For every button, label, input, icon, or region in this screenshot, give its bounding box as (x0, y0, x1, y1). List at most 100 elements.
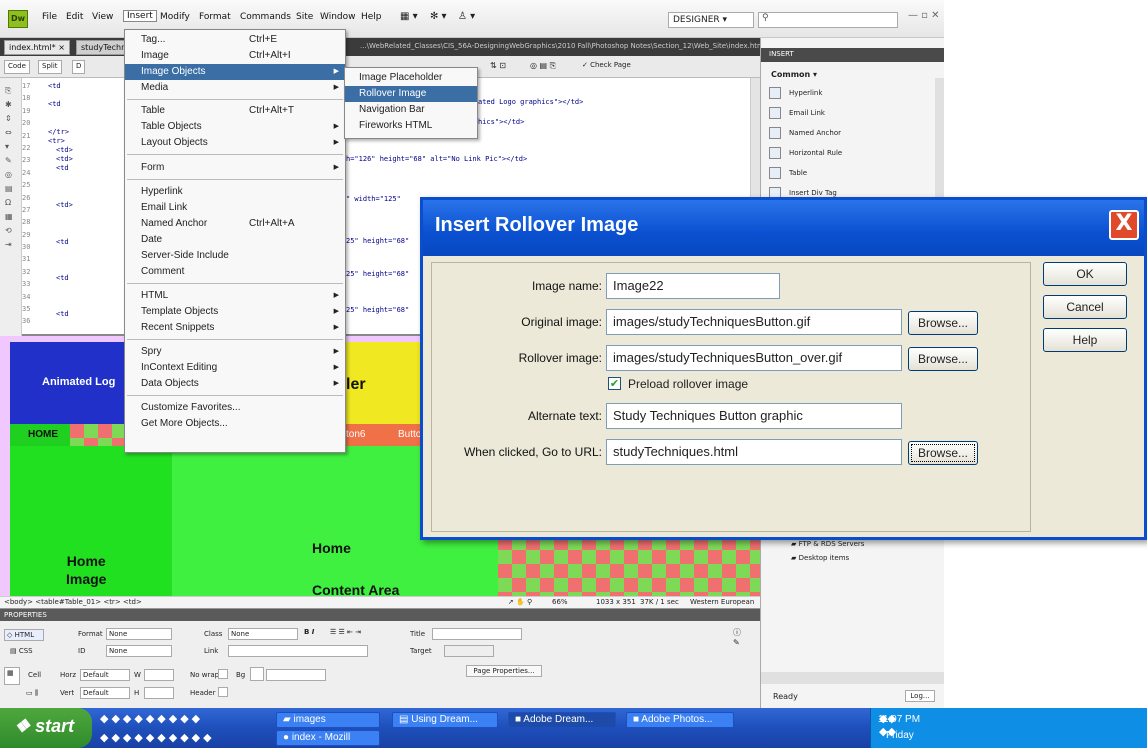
file-ftp-servers[interactable]: ▰ FTP & RDS Servers (791, 540, 864, 548)
layout-icon[interactable]: ▦ ▾ (400, 11, 418, 22)
browse-url-button[interactable]: Browse... (908, 441, 978, 465)
menu-item-html[interactable]: HTML ▶ (125, 288, 345, 304)
menu-item-date[interactable]: Date (125, 232, 345, 248)
bold-italic-buttons[interactable]: B I (304, 628, 314, 636)
menu-item-get-more-objects[interactable]: Get More Objects... (125, 416, 345, 432)
header-checkbox[interactable] (218, 687, 228, 697)
submenu-navigation-bar[interactable]: Navigation Bar (345, 102, 477, 118)
zoom-level[interactable]: 66% (552, 598, 568, 606)
close-icon[interactable]: X (1109, 210, 1139, 240)
menu-item-table[interactable]: Table Ctrl+Alt+T (125, 103, 345, 119)
menu-item-form[interactable]: Form ▶ (125, 160, 345, 176)
nowrap-checkbox[interactable] (218, 669, 228, 679)
image-name-field[interactable]: Image22 (606, 273, 780, 299)
close-icon[interactable]: × (58, 43, 65, 52)
menu-item-email-link[interactable]: Email Link (125, 200, 345, 216)
height-field[interactable] (144, 687, 174, 699)
workspace-switcher[interactable]: DESIGNER ▾ (668, 12, 754, 28)
horz-select[interactable]: Default (80, 669, 130, 681)
class-select[interactable]: None (228, 628, 298, 640)
task-using-dreamweaver[interactable]: ▤ Using Dream... (392, 712, 498, 728)
file-mgmt-icon[interactable]: ⇅ ⊡ (490, 61, 506, 70)
menu-item-media[interactable]: Media ▶ (125, 80, 345, 96)
menu-item-incontext-editing[interactable]: InContext Editing ▶ (125, 360, 345, 376)
tab-index-html[interactable]: index.html* × (4, 40, 70, 55)
menu-item-table-objects[interactable]: Table Objects ▶ (125, 119, 345, 135)
extend-icon[interactable]: ✻ ▾ (430, 11, 447, 22)
menu-item-data-objects[interactable]: Data Objects ▶ (125, 376, 345, 392)
rollover-image-field[interactable]: images/studyTechniquesButton_over.gif (606, 345, 902, 371)
menu-item-spry[interactable]: Spry ▶ (125, 344, 345, 360)
menu-item-hyperlink[interactable]: Hyperlink (125, 184, 345, 200)
dialog-title-bar[interactable]: Insert Rollover Image X (423, 200, 1144, 256)
menu-edit[interactable]: Edit (66, 12, 83, 22)
bg-color-swatch[interactable] (250, 667, 264, 681)
browse-original-button[interactable]: Browse... (908, 311, 978, 335)
preload-checkbox[interactable]: ✔ (608, 377, 621, 390)
css-mode-button[interactable]: ▤ CSS (10, 647, 33, 655)
menu-format[interactable]: Format (199, 12, 231, 22)
vert-select[interactable]: Default (80, 687, 130, 699)
menu-commands[interactable]: Commands (240, 12, 291, 22)
menu-item-tag[interactable]: Tag... Ctrl+E (125, 32, 345, 48)
tag-path[interactable]: <body> <table#Table_01> <tr> <td> (4, 598, 142, 606)
log-button[interactable]: Log... (905, 690, 935, 702)
menu-item-comment[interactable]: Comment (125, 264, 345, 280)
target-select[interactable] (444, 645, 494, 657)
menu-item-named-anchor[interactable]: Named Anchor Ctrl+Alt+A (125, 216, 345, 232)
quick-launch-icons-2[interactable]: ◆◆◆◆◆◆◆◆◆◆ (100, 731, 215, 744)
submenu-rollover-image[interactable]: Rollover Image (345, 86, 477, 102)
page-properties-button[interactable]: Page Properties... (466, 665, 542, 677)
submenu-fireworks-html[interactable]: Fireworks HTML (345, 118, 477, 134)
quick-launch-icons[interactable]: ◆◆◆◆◆◆◆◆◆ (100, 712, 203, 725)
menu-item-template-objects[interactable]: Template Objects ▶ (125, 304, 345, 320)
insert-table[interactable]: Table (769, 164, 807, 182)
window-controls[interactable]: — ▫ ✕ (908, 10, 940, 21)
design-view-button[interactable]: D (72, 60, 86, 74)
width-field[interactable] (144, 669, 174, 681)
menu-item-layout-objects[interactable]: Layout Objects ▶ (125, 135, 345, 151)
properties-header[interactable]: PROPERTIES (0, 609, 760, 621)
help-search-input[interactable]: ⚲ (758, 12, 898, 28)
alternate-text-field[interactable]: Study Techniques Button graphic (606, 403, 902, 429)
html-mode-button[interactable]: ◇ HTML (4, 629, 44, 641)
task-adobe-photoshop[interactable]: ■ Adobe Photos... (626, 712, 734, 728)
start-button[interactable]: ❖ start (0, 708, 92, 748)
title-field[interactable] (432, 628, 522, 640)
submenu-image-placeholder[interactable]: Image Placeholder (345, 70, 477, 86)
window-size[interactable]: 1033 x 351 (596, 598, 636, 606)
site-icon[interactable]: ♙ ▾ (458, 11, 475, 22)
menu-item-server-side-include[interactable]: Server-Side Include (125, 248, 345, 264)
menu-file[interactable]: File (42, 12, 57, 22)
split-view-button[interactable]: Split (38, 60, 62, 74)
check-page-button[interactable]: ✓ Check Page (582, 61, 631, 69)
ok-button[interactable]: OK (1043, 262, 1127, 286)
menu-insert[interactable]: Insert (123, 10, 157, 22)
preview-icon[interactable]: ◎ ▤ ⎘ (530, 61, 556, 71)
id-select[interactable]: None (106, 645, 172, 657)
menu-item-image-objects[interactable]: Image Objects ▶ (125, 64, 345, 80)
files-scrollbar[interactable] (761, 672, 944, 684)
select-tool-icon[interactable]: ➚ ✋ ⚲ (508, 598, 532, 606)
menu-modify[interactable]: Modify (160, 12, 190, 22)
insert-email-link[interactable]: Email Link (769, 104, 825, 122)
menu-item-image[interactable]: Image Ctrl+Alt+I (125, 48, 345, 64)
insert-named-anchor[interactable]: Named Anchor (769, 124, 841, 142)
menu-window[interactable]: Window (320, 12, 356, 22)
format-select[interactable]: None (106, 628, 172, 640)
menu-site[interactable]: Site (296, 12, 313, 22)
merge-split-icons[interactable]: ▭ ⫼ (26, 689, 38, 698)
original-image-field[interactable]: images/studyTechniquesButton.gif (606, 309, 902, 335)
coding-tools-icons[interactable]: ⎘ ✱ ⇕ ⇔ ▾ ✎ ◎ ▤ Ω ▦ ⟲ ⇥ (5, 84, 13, 252)
browse-rollover-button[interactable]: Browse... (908, 347, 978, 371)
help-button[interactable]: Help (1043, 328, 1127, 352)
task-adobe-dreamweaver[interactable]: ■ Adobe Dream... (508, 712, 616, 728)
menu-view[interactable]: View (92, 12, 113, 22)
insert-panel-header[interactable]: INSERT (761, 48, 944, 62)
insert-hyperlink[interactable]: Hyperlink (769, 84, 822, 102)
task-images[interactable]: ▰ images (276, 712, 380, 728)
file-desktop-items[interactable]: ▰ Desktop items (791, 554, 849, 562)
menu-item-customize-favorites[interactable]: Customize Favorites... (125, 400, 345, 416)
url-field[interactable]: studyTechniques.html (606, 439, 902, 465)
list-buttons[interactable]: ☰ ☰ ⇤ ⇥ (330, 628, 361, 636)
